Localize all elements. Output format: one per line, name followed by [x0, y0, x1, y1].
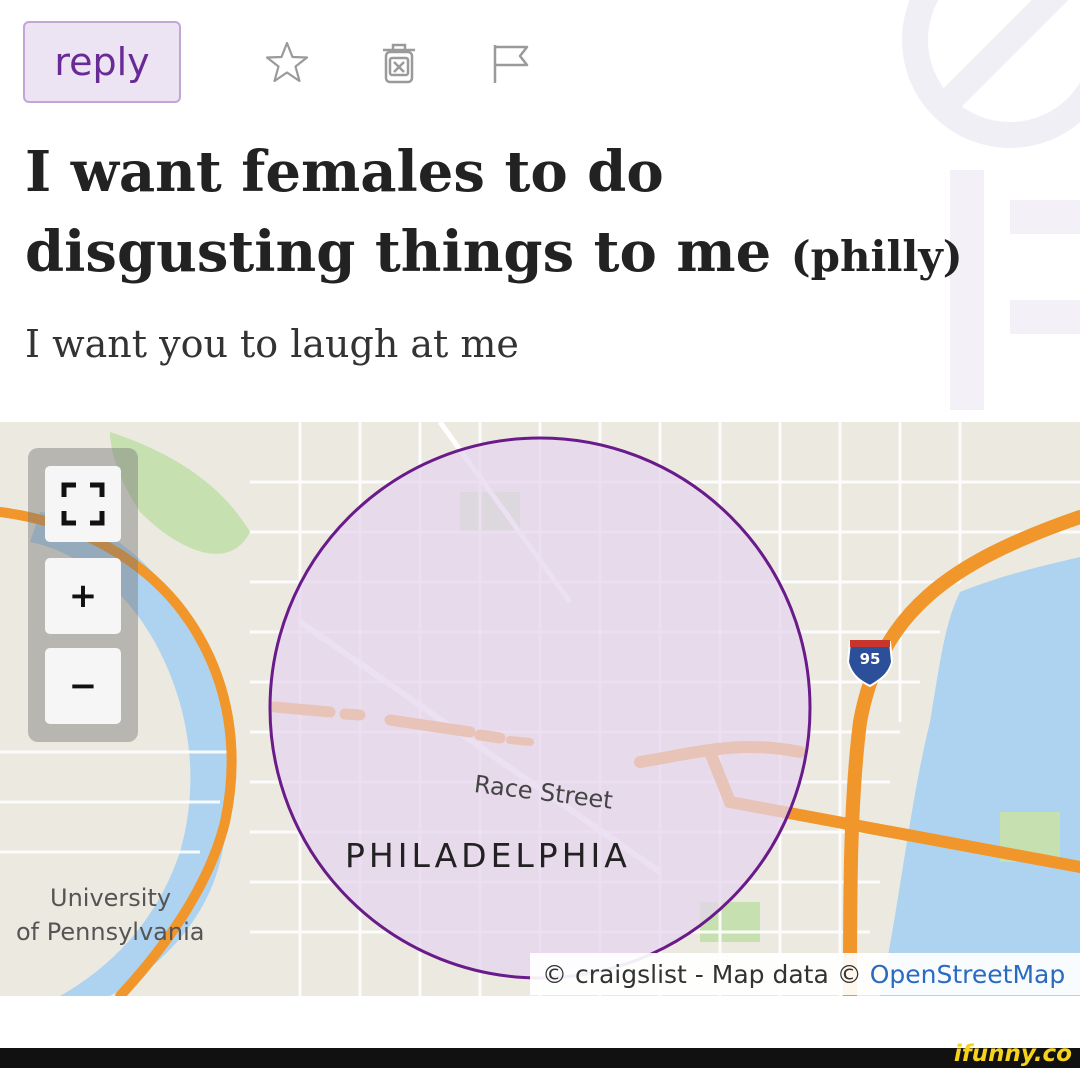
trash-icon[interactable] — [375, 39, 423, 87]
flag-icon[interactable] — [487, 39, 535, 87]
map-attribution: © craigslist - Map data © OpenStreetMap — [530, 953, 1080, 995]
university-label-line1: University — [50, 884, 172, 912]
zoom-in-button[interactable]: + — [45, 558, 121, 634]
footer-bar — [0, 1048, 1080, 1068]
post-body: I want you to laugh at me — [25, 322, 519, 366]
post-toolbar: reply — [23, 21, 583, 103]
university-label-line2: of Pennsylvania — [16, 918, 205, 946]
ifunny-watermark: ifunny.co — [953, 1041, 1072, 1067]
fullscreen-icon — [61, 482, 105, 526]
interstate-shield-label: 95 — [859, 650, 881, 668]
city-label: PHILADELPHIA — [345, 836, 631, 875]
post-title-text: I want females to do disgusting things t… — [25, 139, 772, 285]
post-location: (philly) — [790, 232, 963, 281]
attribution-text: © craigslist - Map data © — [542, 959, 862, 989]
reply-button[interactable]: reply — [23, 21, 181, 103]
zoom-out-button[interactable]: − — [45, 648, 121, 724]
star-icon[interactable] — [263, 39, 311, 87]
openstreetmap-link[interactable]: OpenStreetMap — [870, 960, 1066, 989]
fullscreen-button[interactable] — [45, 466, 121, 542]
post-title: I want females to do disgusting things t… — [25, 132, 985, 297]
